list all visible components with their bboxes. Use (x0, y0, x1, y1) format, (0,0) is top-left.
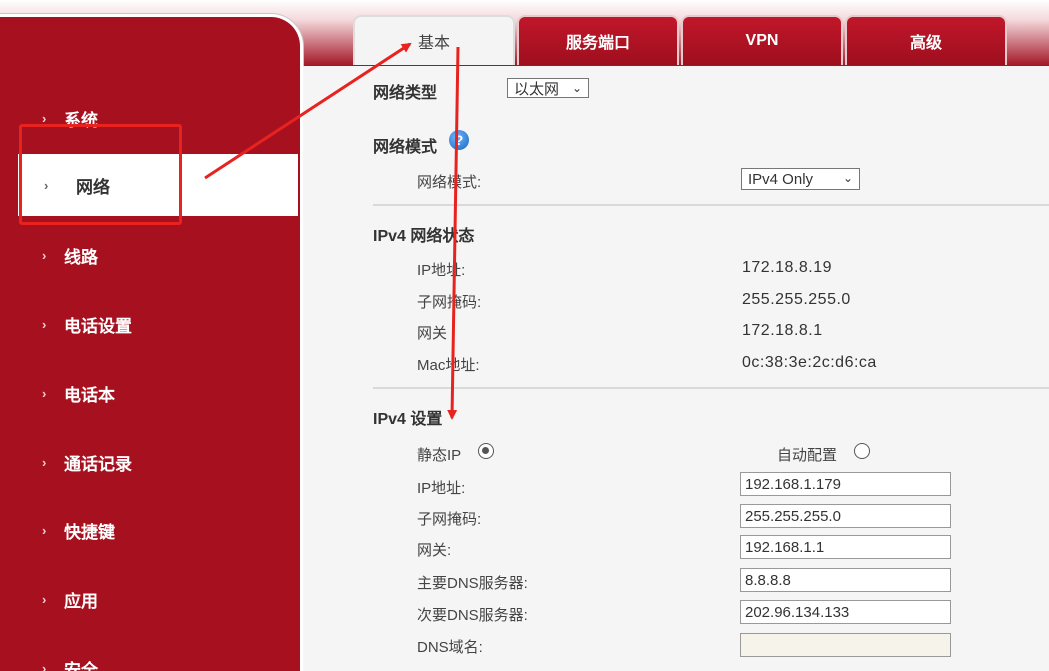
sidebar-item-apps[interactable]: › 应用 (0, 568, 300, 630)
status-ip-value: 172.18.8.19 (742, 259, 833, 276)
sidebar-item-security[interactable]: › 安全 (0, 637, 300, 671)
sidebar-item-phonebook[interactable]: › 电话本 (0, 362, 300, 424)
chevron-right-icon: › (42, 454, 47, 470)
auto-config-label: 自动配置 (777, 447, 838, 464)
status-mac-value: 0c:38:3e:2c:d6:ca (742, 354, 877, 371)
dns-domain-input[interactable] (740, 633, 951, 657)
sidebar-item-label: 系统 (64, 110, 98, 130)
network-type-select[interactable]: 以太网 ⌄ (507, 78, 589, 98)
tab-service-port[interactable]: 服务端口 (517, 15, 679, 65)
sidebar-item-shortcuts[interactable]: › 快捷键 (0, 499, 300, 561)
secondary-dns-label: 次要DNS服务器: (417, 607, 528, 624)
sidebar-item-label: 通话记录 (64, 454, 132, 474)
sidebar-item-label: 应用 (64, 591, 98, 611)
static-ip-radio[interactable] (478, 443, 494, 459)
ip-address-input[interactable] (740, 472, 951, 496)
primary-dns-label: 主要DNS服务器: (417, 575, 528, 592)
chevron-right-icon: › (42, 316, 47, 332)
status-gateway-value: 172.18.8.1 (742, 322, 823, 339)
auto-config-radio[interactable] (854, 443, 870, 459)
chevron-right-icon: › (42, 385, 47, 401)
sidebar-item-label: 电话本 (64, 385, 115, 405)
network-mode-value: IPv4 Only (748, 170, 814, 188)
status-mac-label: Mac地址: (417, 357, 480, 374)
primary-dns-input[interactable] (740, 568, 951, 592)
network-type-label: 网络类型 (373, 85, 438, 102)
chevron-right-icon: › (42, 591, 47, 607)
ipv4-settings-title: IPv4 设置 (373, 411, 443, 428)
network-type-value: 以太网 (514, 80, 560, 98)
gateway-input[interactable] (740, 535, 951, 559)
status-gateway-label: 网关 (417, 325, 448, 342)
network-mode-title: 网络模式 (373, 139, 438, 156)
tab-advanced[interactable]: 高级 (845, 15, 1007, 65)
help-icon[interactable]: ? (449, 130, 469, 150)
ipv4-status-title: IPv4 网络状态 (373, 228, 475, 245)
status-mask-value: 255.255.255.0 (742, 291, 851, 308)
sidebar-item-network[interactable]: › 网络 (18, 154, 298, 216)
sidebar-item-call-log[interactable]: › 通话记录 (0, 431, 300, 493)
secondary-dns-input[interactable] (740, 600, 951, 624)
sidebar-item-phone-settings[interactable]: › 电话设置 (0, 293, 300, 355)
dns-domain-label: DNS域名: (417, 639, 483, 656)
tab-basic[interactable]: 基本 (353, 15, 515, 65)
static-ip-label: 静态IP (417, 447, 462, 464)
gateway-label: 网关: (417, 542, 452, 559)
subnet-mask-label: 子网掩码: (417, 511, 482, 528)
sidebar-item-line[interactable]: › 线路 (0, 224, 300, 286)
ip-address-label: IP地址: (417, 480, 466, 497)
status-ip-label: IP地址: (417, 262, 466, 279)
chevron-down-icon: ⌄ (842, 171, 853, 185)
chevron-right-icon: › (42, 110, 47, 126)
subnet-mask-input[interactable] (740, 504, 951, 528)
sidebar-item-system[interactable]: › 系统 (0, 87, 300, 149)
divider (373, 204, 1049, 206)
sidebar-item-label: 线路 (64, 247, 98, 267)
chevron-right-icon: › (42, 522, 47, 538)
sidebar-item-label: 快捷键 (64, 522, 115, 542)
network-mode-select[interactable]: IPv4 Only ⌄ (741, 168, 860, 190)
tab-vpn[interactable]: VPN (681, 15, 843, 65)
network-mode-field-label: 网络模式: (417, 174, 482, 191)
sidebar: › 系统 › 网络 › 线路 › 电话设置 › 电话本 › 通话记录 › 快捷键… (0, 14, 303, 671)
sidebar-item-label: 网络 (76, 177, 110, 197)
sidebar-item-label: 电话设置 (64, 316, 132, 336)
sidebar-item-label: 安全 (64, 660, 98, 671)
chevron-right-icon: › (42, 247, 47, 263)
chevron-right-icon: › (42, 660, 47, 671)
chevron-right-icon: › (44, 177, 49, 193)
chevron-down-icon: ⌄ (571, 81, 582, 95)
status-mask-label: 子网掩码: (417, 294, 482, 311)
divider (373, 387, 1049, 389)
